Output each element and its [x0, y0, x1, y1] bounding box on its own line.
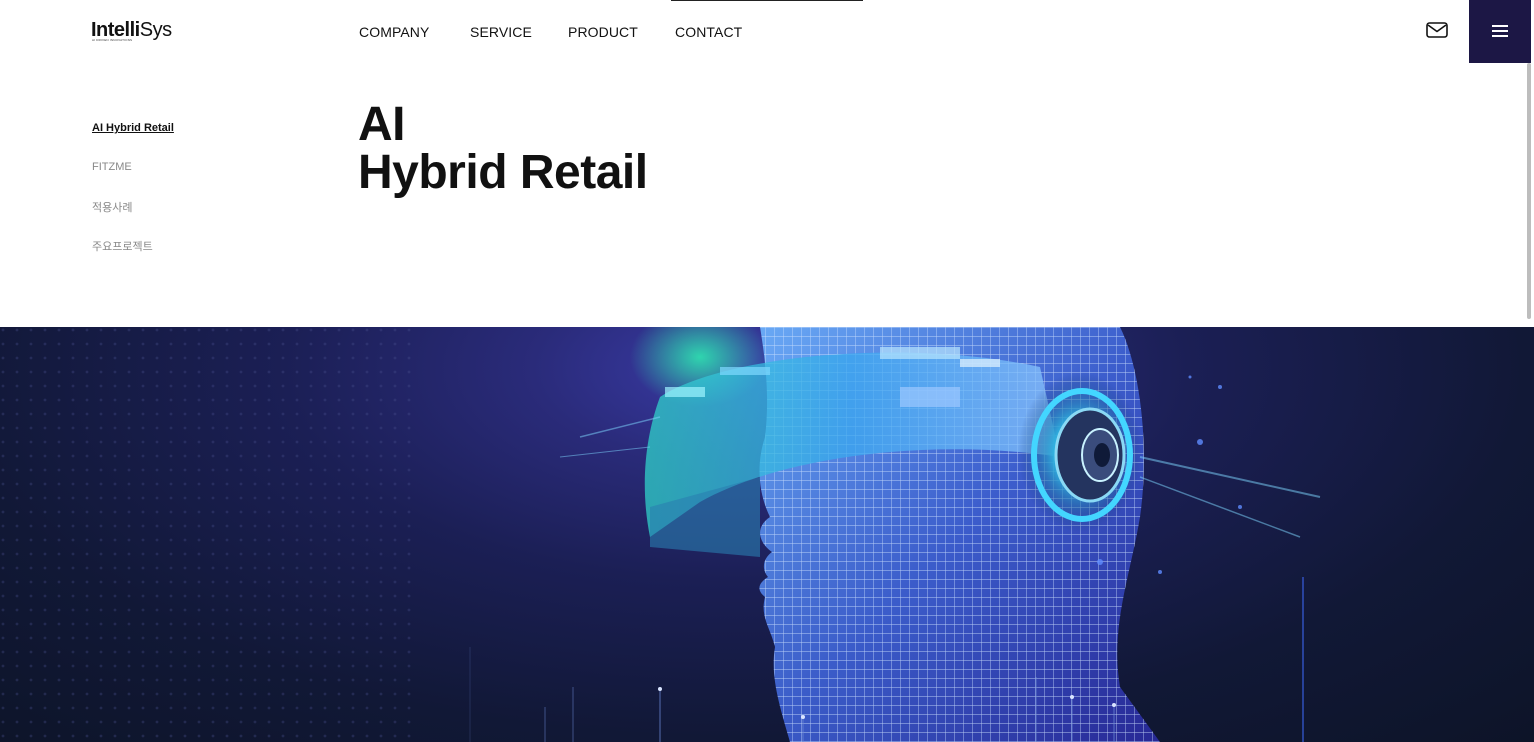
hero-image [0, 327, 1534, 742]
logo-tagline: AI DRIVEN INNOVATIONS [92, 38, 133, 42]
page-title-line-2: Hybrid Retail [358, 146, 648, 199]
nav-service[interactable]: SERVICE [470, 24, 532, 40]
nav-product[interactable]: PRODUCT [568, 24, 638, 40]
nav-active-indicator [671, 0, 863, 1]
sub-nav-fitzme[interactable]: FITZME [92, 161, 132, 173]
hamburger-menu-button[interactable] [1469, 0, 1531, 63]
nav-contact[interactable]: CONTACT [675, 24, 742, 40]
hero-ai-head-illustration [0, 327, 1321, 742]
page-title: AI Hybrid Retail [358, 101, 648, 197]
sub-nav-key-projects[interactable]: 주요프로젝트 [92, 238, 153, 254]
scrollbar[interactable] [1527, 63, 1531, 319]
mail-icon[interactable] [1425, 20, 1449, 40]
nav-company[interactable]: COMPANY [359, 24, 429, 40]
hamburger-menu-icon [1492, 25, 1508, 27]
logo[interactable]: IntelliSys AI DRIVEN INNOVATIONS [91, 18, 172, 44]
page-title-line-1: AI [358, 98, 405, 151]
sub-nav-use-cases[interactable]: 적용사례 [92, 199, 132, 215]
sub-nav-ai-hybrid-retail[interactable]: AI Hybrid Retail [92, 122, 174, 134]
site-header: IntelliSys AI DRIVEN INNOVATIONS COMPANY… [0, 0, 1534, 63]
